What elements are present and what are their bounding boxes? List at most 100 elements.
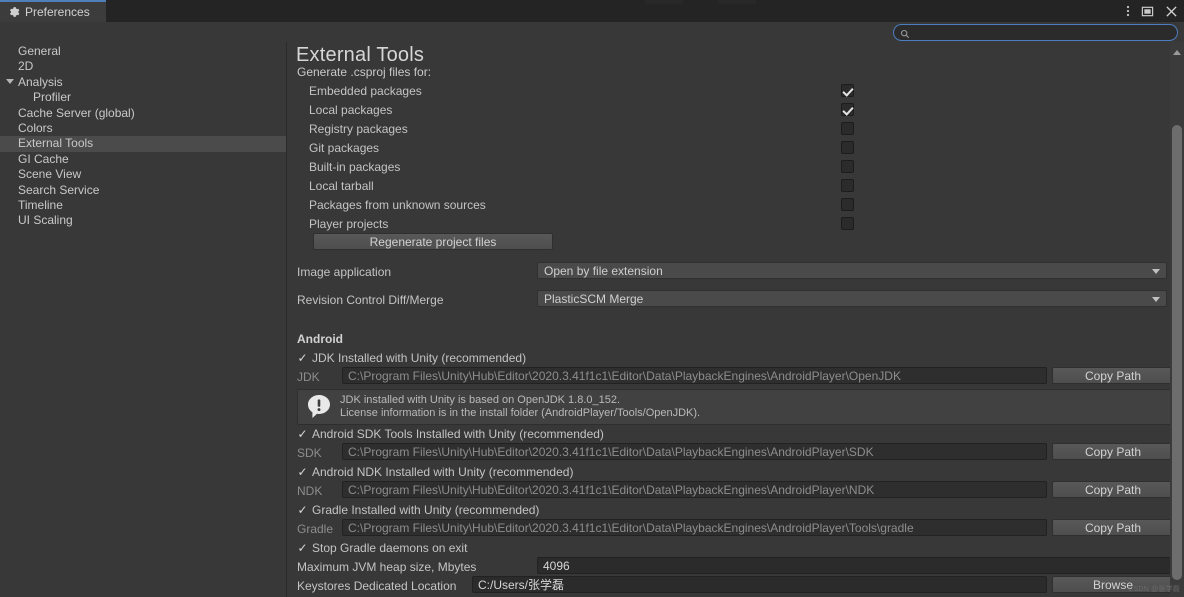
jvm-heap-input[interactable]: 4096 bbox=[537, 557, 1174, 574]
image-application-dropdown[interactable]: Open by file extension bbox=[537, 262, 1167, 279]
csproj-option-player-projects[interactable]: Player projects bbox=[309, 214, 854, 233]
jdk-installed-toggle[interactable]: ✓ JDK Installed with Unity (recommended) bbox=[297, 348, 526, 367]
kebab-menu-icon[interactable] bbox=[1126, 3, 1130, 19]
sidebar-item-search-service[interactable]: Search Service bbox=[0, 183, 286, 198]
jdk-help-line-1: JDK installed with Unity is based on Ope… bbox=[340, 394, 621, 406]
csproj-group-label-row: Generate .csproj files for: bbox=[297, 62, 431, 81]
sidebar-item-2d[interactable]: 2D bbox=[0, 59, 286, 74]
sidebar-item-gi-cache[interactable]: GI Cache bbox=[0, 152, 286, 167]
sidebar-item-external-tools[interactable]: External Tools bbox=[0, 136, 286, 152]
sidebar-item-cache-server[interactable]: Cache Server (global) bbox=[0, 106, 286, 121]
sidebar-item-colors[interactable]: Colors bbox=[0, 121, 286, 136]
ndk-path-value: C:\Program Files\Unity\Hub\Editor\2020.3… bbox=[348, 482, 875, 497]
sidebar-item-label: Analysis bbox=[18, 74, 63, 89]
stop-gradle-daemons-toggle[interactable]: ✓ Stop Gradle daemons on exit bbox=[297, 538, 467, 557]
sidebar-item-label: Profiler bbox=[33, 90, 72, 105]
sidebar-item-scene-view[interactable]: Scene View bbox=[0, 167, 286, 182]
scroll-up-arrow-icon[interactable] bbox=[1173, 50, 1181, 55]
check-icon: ✓ bbox=[297, 464, 308, 479]
sidebar-item-profiler[interactable]: Profiler bbox=[0, 90, 286, 105]
sidebar-item-ui-scaling[interactable]: UI Scaling bbox=[0, 213, 286, 228]
csproj-option-unknown-sources[interactable]: Packages from unknown sources bbox=[309, 195, 854, 214]
jvm-heap-value: 4096 bbox=[543, 558, 570, 573]
maximize-icon[interactable] bbox=[1141, 5, 1154, 18]
dropdown-value: Open by file extension bbox=[544, 263, 663, 278]
gradle-path-value: C:\Program Files\Unity\Hub\Editor\2020.3… bbox=[348, 520, 914, 535]
option-label: Built-in packages bbox=[309, 159, 401, 174]
preferences-window: Preferences General 2D Analysis Profiler… bbox=[0, 0, 1184, 597]
jvm-heap-label-row: Maximum JVM heap size, Mbytes bbox=[297, 557, 476, 576]
sidebar-item-label: 2D bbox=[18, 59, 34, 74]
revision-control-dropdown[interactable]: PlasticSCM Merge bbox=[537, 290, 1167, 307]
gradle-copy-path-button[interactable]: Copy Path bbox=[1052, 519, 1174, 536]
chevron-down-icon bbox=[1152, 269, 1160, 274]
toggle-label: JDK Installed with Unity (recommended) bbox=[312, 350, 527, 365]
checkbox[interactable] bbox=[841, 198, 854, 211]
scrollbar-thumb[interactable] bbox=[1172, 125, 1182, 580]
window-controls bbox=[1126, 0, 1178, 22]
csproj-option-registry-packages[interactable]: Registry packages bbox=[309, 119, 854, 138]
csproj-option-git-packages[interactable]: Git packages bbox=[309, 138, 854, 157]
ndk-copy-path-button[interactable]: Copy Path bbox=[1052, 481, 1174, 498]
android-ndk-installed-toggle[interactable]: ✓ Android NDK Installed with Unity (reco… bbox=[297, 462, 573, 481]
sidebar-item-timeline[interactable]: Timeline bbox=[0, 198, 286, 213]
capture-artifact-1 bbox=[645, 0, 683, 4]
dropdown-value: PlasticSCM Merge bbox=[544, 291, 644, 306]
keystores-label: Keystores Dedicated Location bbox=[297, 578, 457, 593]
gradle-path-field[interactable]: C:\Program Files\Unity\Hub\Editor\2020.3… bbox=[342, 519, 1047, 536]
close-icon[interactable] bbox=[1165, 5, 1178, 18]
keystores-path-value: C:/Users/张学磊 bbox=[478, 578, 565, 592]
android-sdk-installed-toggle[interactable]: ✓ Android SDK Tools Installed with Unity… bbox=[297, 424, 603, 443]
sidebar-item-general[interactable]: General bbox=[0, 44, 286, 59]
check-icon: ✓ bbox=[297, 426, 308, 441]
content-vertical-scrollbar[interactable] bbox=[1170, 42, 1184, 597]
checkbox[interactable] bbox=[841, 122, 854, 135]
chevron-down-icon[interactable] bbox=[6, 78, 14, 84]
tab-preferences[interactable]: Preferences bbox=[0, 0, 106, 22]
checkbox[interactable] bbox=[841, 217, 854, 230]
csproj-option-local-packages[interactable]: Local packages bbox=[309, 100, 854, 119]
sidebar-item-analysis[interactable]: Analysis bbox=[0, 75, 286, 90]
sidebar-item-label: Search Service bbox=[18, 182, 100, 197]
option-label: Player projects bbox=[309, 216, 389, 231]
info-speech-bubble-icon bbox=[306, 394, 332, 420]
gradle-installed-toggle[interactable]: ✓ Gradle Installed with Unity (recommend… bbox=[297, 500, 539, 519]
watermark: CSDN @张学磊 bbox=[1128, 586, 1180, 593]
checkbox[interactable] bbox=[841, 103, 854, 116]
csproj-option-local-tarball[interactable]: Local tarball bbox=[309, 176, 854, 195]
external-tools-panel: External Tools Generate .csproj files fo… bbox=[287, 42, 1184, 597]
sidebar-item-label: General bbox=[18, 44, 61, 58]
regenerate-project-files-button[interactable]: Regenerate project files bbox=[313, 233, 553, 250]
button-label: Copy Path bbox=[1084, 444, 1142, 459]
jdk-copy-path-button[interactable]: Copy Path bbox=[1052, 367, 1174, 384]
ndk-path-field[interactable]: C:\Program Files\Unity\Hub\Editor\2020.3… bbox=[342, 481, 1047, 498]
option-label: Registry packages bbox=[309, 121, 408, 136]
option-label: Git packages bbox=[309, 140, 380, 155]
button-label: Copy Path bbox=[1084, 520, 1142, 535]
search-input[interactable] bbox=[910, 25, 1177, 40]
sdk-path-value: C:\Program Files\Unity\Hub\Editor\2020.3… bbox=[348, 444, 874, 459]
sidebar-item-label: Scene View bbox=[18, 167, 82, 182]
csproj-group-label: Generate .csproj files for: bbox=[297, 64, 432, 79]
checkbox[interactable] bbox=[841, 141, 854, 154]
check-icon: ✓ bbox=[297, 540, 308, 555]
jdk-path-field[interactable]: C:\Program Files\Unity\Hub\Editor\2020.3… bbox=[342, 367, 1047, 384]
sidebar-item-label: GI Cache bbox=[18, 151, 69, 166]
sdk-copy-path-button[interactable]: Copy Path bbox=[1052, 443, 1174, 460]
csproj-option-builtin-packages[interactable]: Built-in packages bbox=[309, 157, 854, 176]
checkbox[interactable] bbox=[841, 160, 854, 173]
option-label: Packages from unknown sources bbox=[309, 197, 486, 212]
sidebar-item-label: External Tools bbox=[18, 136, 94, 151]
jdk-path-value: C:\Program Files\Unity\Hub\Editor\2020.3… bbox=[348, 368, 901, 383]
keystores-path-input[interactable]: C:/Users/张学磊 bbox=[472, 576, 1047, 593]
sdk-path-field[interactable]: C:\Program Files\Unity\Hub\Editor\2020.3… bbox=[342, 443, 1047, 460]
csproj-option-embedded-packages[interactable]: Embedded packages bbox=[309, 81, 854, 100]
sidebar-item-label: Colors bbox=[18, 120, 53, 135]
jdk-help-text: JDK installed with Unity is based on Ope… bbox=[340, 394, 700, 420]
checkbox[interactable] bbox=[841, 179, 854, 192]
checkbox[interactable] bbox=[841, 84, 854, 97]
jdk-field-label: JDK bbox=[297, 369, 320, 384]
search-bar-row bbox=[0, 22, 1184, 42]
toggle-label: Stop Gradle daemons on exit bbox=[312, 540, 468, 555]
search-box[interactable] bbox=[893, 24, 1178, 41]
